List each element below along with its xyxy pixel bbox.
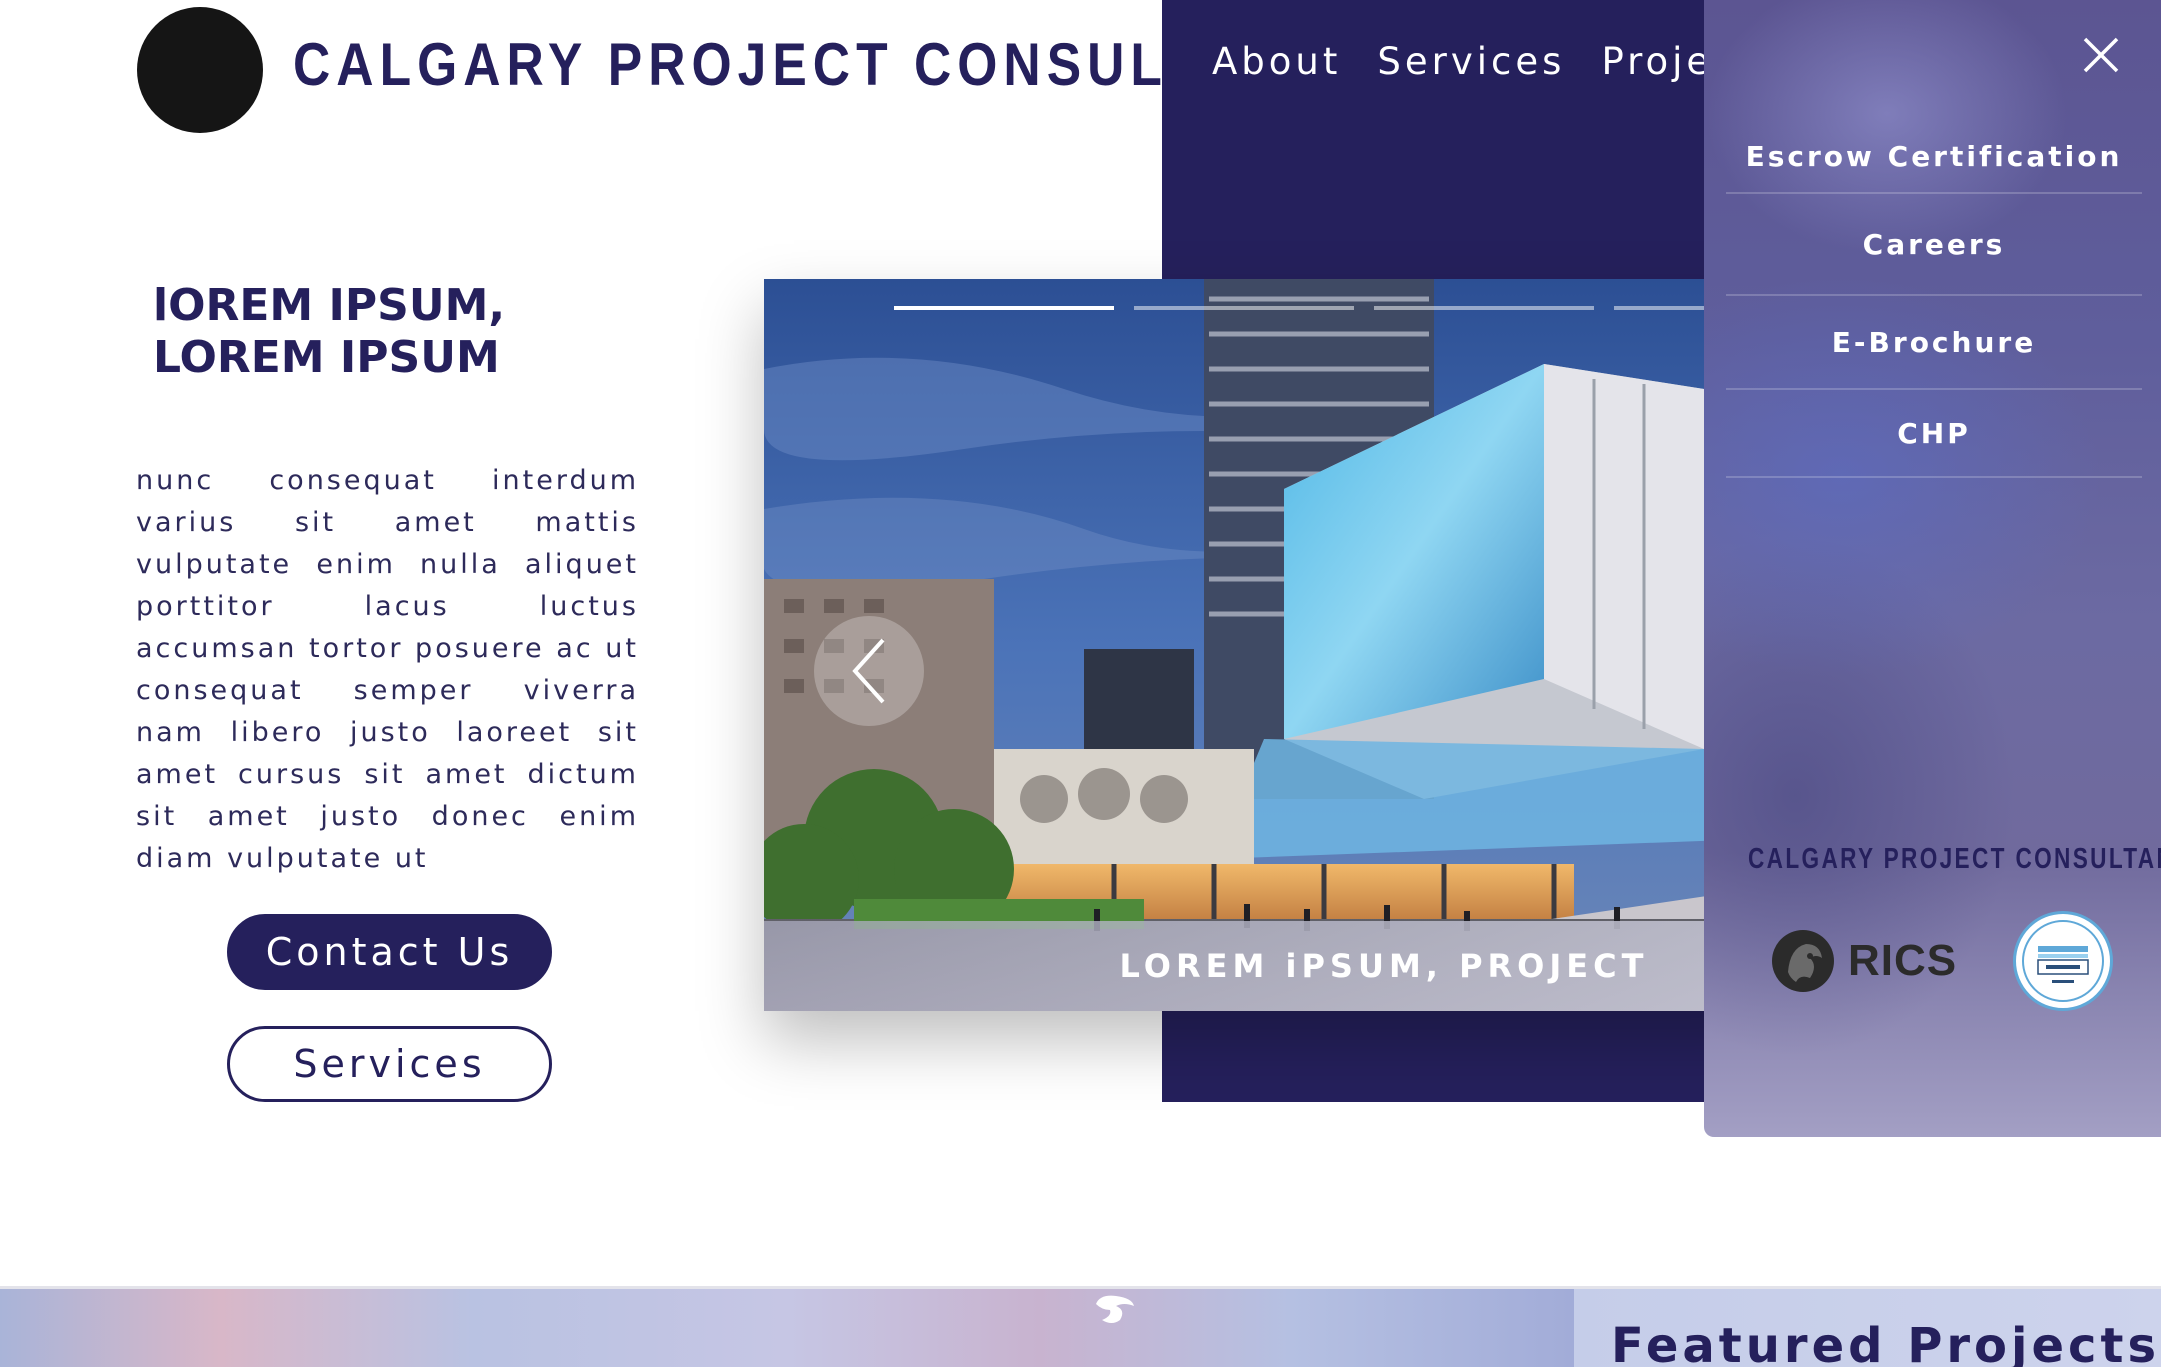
nav-projects[interactable]: Projects — [1601, 40, 1712, 83]
menu-item-e-brochure[interactable]: E-Brochure — [1726, 296, 2142, 390]
dnv-gl-badge-icon — [2022, 920, 2104, 1002]
scroll-logo-icon[interactable] — [1090, 1290, 1140, 1326]
rics-label: RICS — [1848, 936, 1958, 985]
menu-item-escrow-certification[interactable]: Escrow Certification — [1726, 120, 2142, 194]
slide-caption-bar: LOREM iPSUM, PROJECT — [764, 921, 1764, 1011]
slide-indicator-1[interactable] — [894, 306, 1114, 310]
chevron-left-icon — [852, 638, 885, 704]
menu-brand-name: CALGARY PROJECT CONSULTANTS — [1748, 843, 2161, 875]
slide-caption: LOREM iPSUM, PROJECT — [1119, 947, 1649, 985]
hero-description: nunc consequat interdum varius sit amet … — [136, 465, 639, 874]
contact-us-button[interactable]: Contact Us — [227, 914, 552, 990]
close-icon — [2083, 37, 2119, 73]
nav-about[interactable]: About — [1212, 40, 1341, 83]
rics-logo: RICS — [1770, 928, 1957, 994]
nav-services[interactable]: Services — [1377, 40, 1565, 83]
hero-title: lOREM IPSUM, LOREM IPSUM — [153, 280, 506, 383]
menu-item-careers[interactable]: Careers — [1726, 194, 2142, 296]
rics-lion-icon — [1772, 930, 1834, 992]
previous-slide-button[interactable] — [814, 616, 924, 726]
project-image-slider[interactable]: LOREM iPSUM, PROJECT — [764, 279, 1764, 1011]
slide-indicator-2[interactable] — [1134, 306, 1354, 310]
dnv-gl-badge — [2013, 911, 2113, 1011]
services-button[interactable]: Services — [227, 1026, 552, 1102]
bottom-banner — [0, 1286, 1574, 1367]
company-logo[interactable] — [137, 7, 263, 133]
slide-indicator-3[interactable] — [1374, 306, 1594, 310]
featured-projects-title: Featured Projects — [1611, 1318, 2161, 1367]
top-navigation: About Services Projects — [1212, 40, 1712, 83]
slide-progress — [894, 306, 1764, 310]
close-menu-button[interactable] — [2081, 35, 2121, 75]
menu-item-chp[interactable]: CHP — [1726, 390, 2142, 478]
side-menu-list: Escrow Certification Careers E-Brochure … — [1726, 120, 2142, 478]
